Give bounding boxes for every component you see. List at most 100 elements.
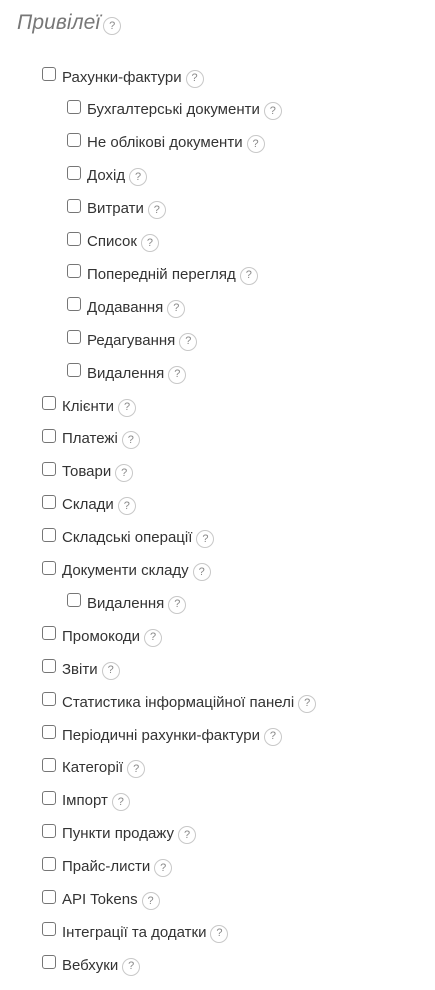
privilege-label[interactable]: API Tokens (62, 891, 138, 908)
privilege-checkbox[interactable] (42, 461, 56, 476)
privilege-item[interactable]: Редагування? (67, 329, 198, 351)
help-icon[interactable]: ? (101, 661, 120, 680)
privilege-item[interactable]: Не облікові документи? (67, 132, 265, 154)
privilege-checkbox[interactable] (67, 330, 81, 345)
privilege-item[interactable]: Бухгалтерські документи? (67, 99, 282, 121)
privilege-item[interactable]: Список? (67, 231, 159, 253)
privilege-label[interactable]: Дохід (87, 167, 125, 184)
privilege-label[interactable]: Витрати (87, 200, 144, 217)
privilege-checkbox[interactable] (42, 757, 56, 772)
privilege-checkbox[interactable] (67, 593, 81, 608)
privilege-label[interactable]: Попередній перегляд (87, 266, 236, 283)
privilege-item[interactable]: Звіти? (42, 658, 120, 680)
privilege-label[interactable]: Промокоди (62, 628, 140, 645)
privilege-label[interactable]: Документи складу (62, 562, 189, 579)
privilege-item[interactable]: Товари? (42, 461, 134, 483)
privilege-item[interactable]: Дохід? (67, 165, 148, 187)
privilege-label[interactable]: Категорії (62, 759, 123, 776)
privilege-item[interactable]: Попередній перегляд? (67, 263, 258, 285)
privilege-checkbox[interactable] (42, 560, 56, 575)
help-icon[interactable]: ? (167, 299, 186, 318)
help-icon[interactable]: ? (196, 530, 215, 549)
help-icon[interactable]: ? (144, 628, 162, 647)
help-icon[interactable]: ? (192, 563, 211, 581)
privilege-label[interactable]: Інтеграції та додатки (62, 924, 206, 941)
privilege-item[interactable]: Інтеграції та додатки? (42, 921, 229, 943)
privilege-item[interactable]: Періодичні рахунки-фактури? (42, 724, 282, 746)
help-icon[interactable]: ? (115, 464, 134, 483)
privilege-item[interactable]: Додавання? (67, 296, 186, 318)
privilege-label[interactable]: Рахунки-фактури (62, 69, 182, 86)
help-icon[interactable]: ? (178, 826, 196, 845)
help-icon[interactable]: ? (168, 365, 187, 384)
help-icon[interactable]: ? (154, 859, 173, 878)
privilege-label[interactable]: Не облікові документи (87, 134, 243, 151)
privilege-label[interactable]: Видалення (87, 365, 164, 382)
privilege-checkbox[interactable] (67, 231, 81, 246)
help-icon[interactable]: ? (168, 595, 187, 614)
privilege-checkbox[interactable] (42, 659, 56, 674)
privilege-checkbox[interactable] (42, 790, 56, 805)
help-icon[interactable]: ? (129, 168, 148, 187)
privilege-checkbox[interactable] (42, 396, 56, 410)
help-icon[interactable]: ? (263, 102, 282, 121)
privilege-label[interactable]: Бухгалтерські документи (87, 101, 260, 118)
help-icon[interactable]: ? (147, 201, 166, 220)
help-icon[interactable]: ? (111, 793, 130, 812)
privilege-item[interactable]: Вебхуки? (42, 954, 141, 976)
privilege-checkbox[interactable] (42, 428, 56, 443)
privilege-item[interactable]: Витрати? (67, 198, 166, 220)
privilege-checkbox[interactable] (42, 922, 56, 937)
privilege-checkbox[interactable] (67, 99, 81, 114)
privilege-item[interactable]: Категорії? (42, 757, 146, 779)
privilege-item[interactable]: Прайс-листи? (42, 856, 173, 878)
privilege-checkbox[interactable] (42, 889, 56, 904)
help-icon[interactable]: ? (122, 957, 141, 976)
privilege-item[interactable]: Клієнти? (42, 395, 137, 417)
privilege-label[interactable]: Періодичні рахунки-фактури (62, 727, 260, 744)
privilege-checkbox[interactable] (42, 494, 56, 509)
privilege-checkbox[interactable] (67, 363, 81, 378)
privilege-checkbox[interactable] (67, 198, 81, 213)
privilege-label[interactable]: Список (87, 233, 137, 250)
privilege-checkbox[interactable] (42, 856, 56, 871)
privilege-label[interactable]: Імпорт (62, 792, 108, 809)
privilege-label[interactable]: Редагування (87, 332, 175, 349)
privilege-item[interactable]: Платежі? (42, 428, 140, 450)
privilege-label[interactable]: Товари (62, 463, 111, 480)
help-icon[interactable]: ? (179, 332, 198, 351)
help-icon[interactable]: ? (140, 234, 159, 252)
privilege-checkbox[interactable] (42, 725, 56, 739)
privilege-checkbox[interactable] (42, 692, 56, 707)
privilege-label[interactable]: Вебхуки (62, 957, 118, 974)
privilege-item[interactable]: Пункти продажу? (42, 823, 196, 845)
help-icon[interactable]: ? (210, 924, 229, 943)
help-icon[interactable]: ? (127, 760, 146, 779)
privilege-checkbox[interactable] (42, 823, 56, 838)
help-icon[interactable]: ? (103, 17, 122, 35)
help-icon[interactable]: ? (117, 497, 136, 516)
privilege-label[interactable]: Звіти (62, 661, 98, 678)
help-icon[interactable]: ? (141, 892, 160, 910)
privilege-checkbox[interactable] (67, 165, 81, 180)
privilege-label[interactable]: Видалення (87, 595, 164, 612)
privilege-item[interactable]: Імпорт? (42, 790, 130, 812)
privilege-checkbox[interactable] (42, 955, 56, 970)
privilege-checkbox[interactable] (67, 297, 81, 312)
privilege-item[interactable]: Документи складу? (42, 560, 211, 582)
help-icon[interactable]: ? (185, 69, 204, 88)
privilege-checkbox[interactable] (42, 527, 56, 542)
privilege-label[interactable]: Пункти продажу (62, 825, 174, 842)
help-icon[interactable]: ? (121, 431, 140, 450)
privilege-item[interactable]: Видалення? (67, 362, 187, 384)
privilege-item[interactable]: Статистика інформаційної панелі? (42, 691, 317, 713)
privilege-label[interactable]: Прайс-листи (62, 858, 150, 875)
privilege-label[interactable]: Платежі (62, 430, 118, 447)
privilege-checkbox[interactable] (67, 264, 81, 279)
privilege-item[interactable]: Видалення? (67, 592, 187, 614)
help-icon[interactable]: ? (246, 135, 265, 154)
privilege-checkbox[interactable] (67, 132, 81, 147)
help-icon[interactable]: ? (298, 694, 317, 713)
privilege-label[interactable]: Статистика інформаційної панелі (62, 694, 294, 711)
help-icon[interactable]: ? (239, 266, 258, 285)
